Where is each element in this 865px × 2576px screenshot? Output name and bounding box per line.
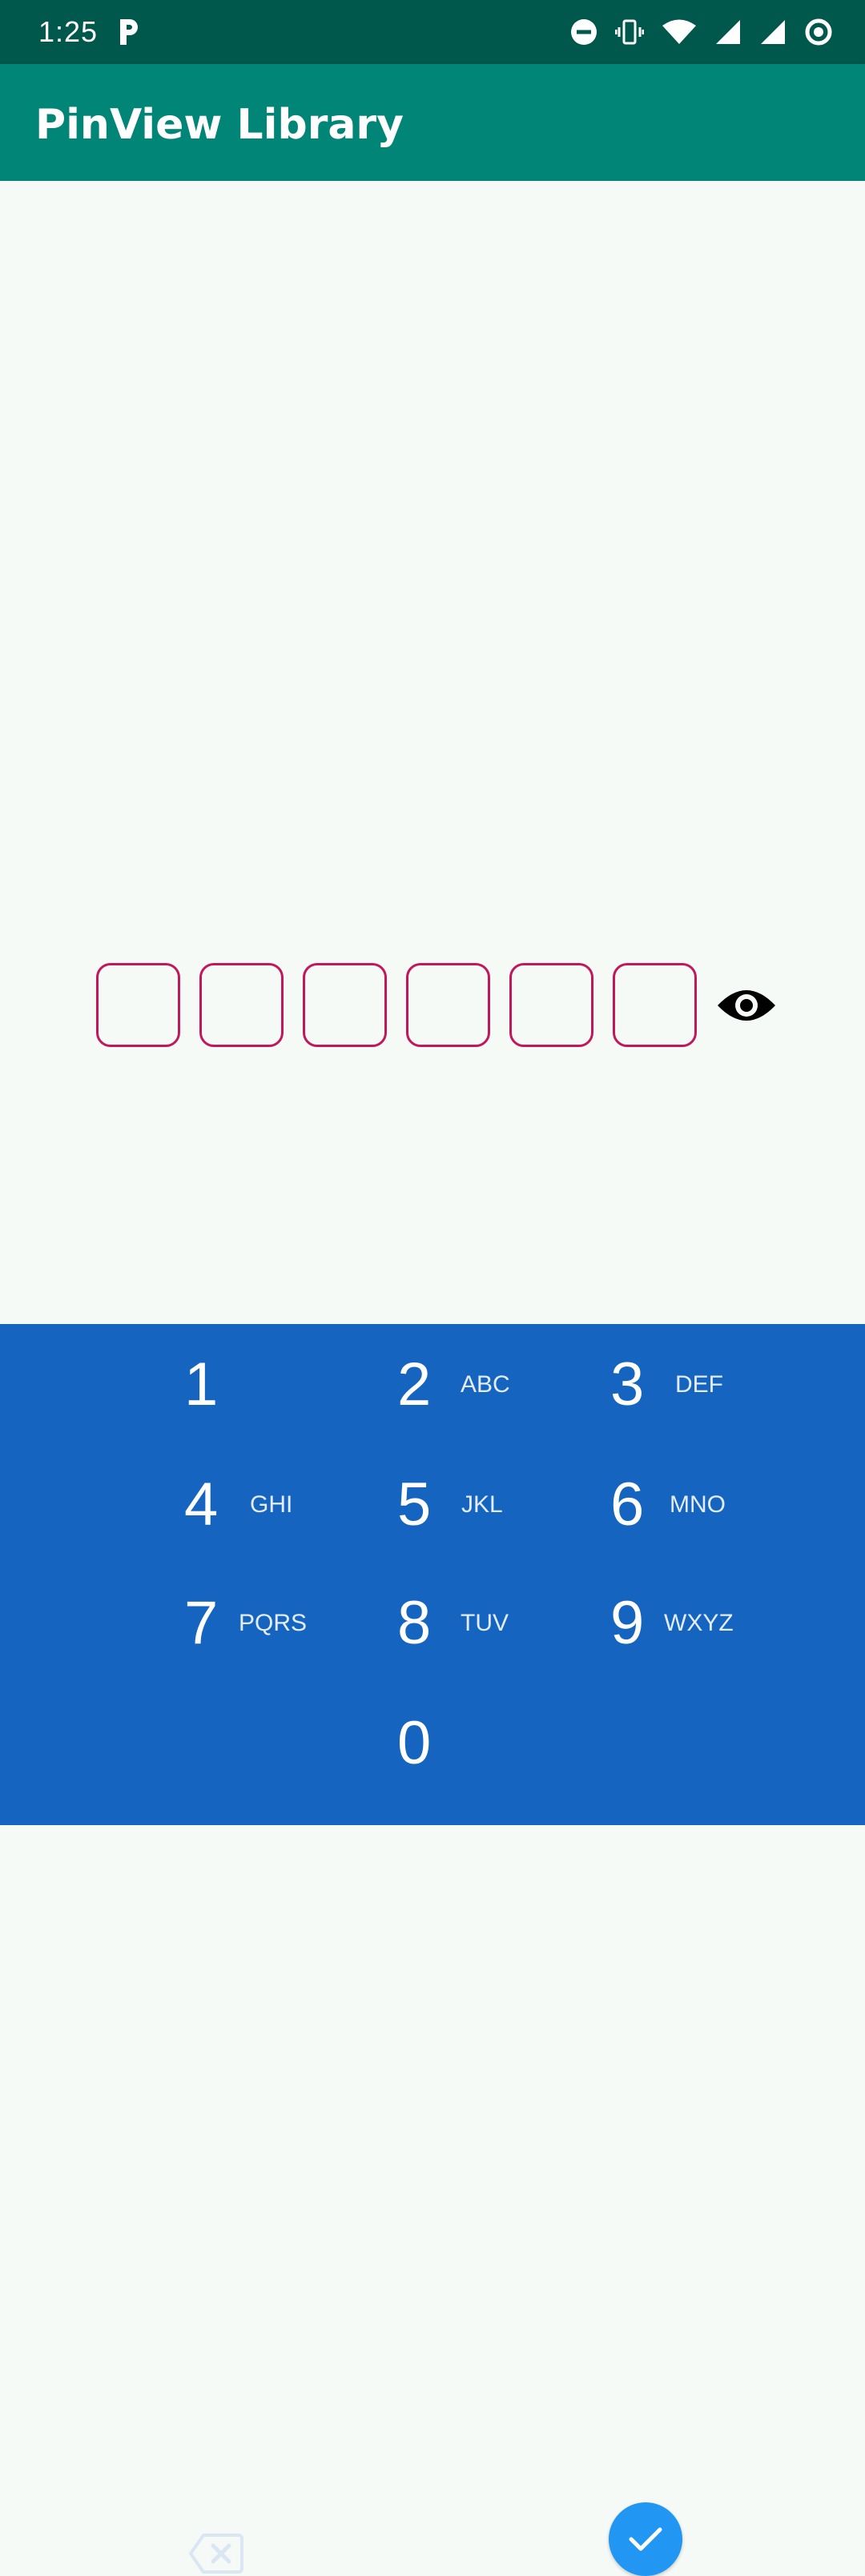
signal-icon <box>716 20 740 44</box>
pin-box-4[interactable] <box>406 963 490 1047</box>
pin-box-6[interactable] <box>613 963 697 1047</box>
check-icon <box>629 2527 662 2551</box>
key-letters: MNO <box>670 1491 726 1518</box>
pin-box-3[interactable] <box>303 963 387 1047</box>
key-digit: 4 <box>184 1471 219 1539</box>
key-letters: WXYZ <box>664 1610 734 1636</box>
key-8[interactable]: 8 TUV <box>397 1563 622 1683</box>
key-letters: DEF <box>675 1371 723 1398</box>
key-letters: JKL <box>461 1491 503 1518</box>
key-4[interactable]: 4 GHI <box>184 1444 408 1564</box>
key-1[interactable]: 1 <box>184 1324 408 1444</box>
wifi-icon <box>662 19 696 44</box>
key-7[interactable]: 7 PQRS <box>184 1563 408 1683</box>
key-letters: TUV <box>461 1610 509 1636</box>
parking-notification-icon <box>120 19 138 45</box>
app-bar: PinView Library <box>0 64 865 181</box>
key-6[interactable]: 6 MNO <box>610 1444 835 1564</box>
key-2[interactable]: 2 ABC <box>397 1324 622 1444</box>
key-letters: ABC <box>461 1371 510 1398</box>
sync-icon <box>805 18 832 46</box>
status-bar: 1:25 <box>0 0 865 64</box>
key-digit: 3 <box>610 1350 645 1418</box>
pin-box-5[interactable] <box>509 963 593 1047</box>
key-letters: PQRS <box>239 1610 308 1636</box>
key-digit: 1 <box>184 1350 219 1418</box>
content-area <box>0 181 865 1324</box>
key-3[interactable]: 3 DEF <box>610 1324 835 1444</box>
app-title: PinView Library <box>35 101 404 149</box>
key-digit: 0 <box>397 1709 432 1777</box>
key-letters: GHI <box>250 1491 293 1518</box>
signal-icon-2 <box>761 20 785 44</box>
backspace-icon[interactable] <box>189 2533 243 2574</box>
key-digit: 6 <box>610 1471 645 1539</box>
vibrate-icon <box>615 19 644 45</box>
done-button[interactable] <box>609 2502 682 2576</box>
status-time: 1:25 <box>38 15 99 48</box>
key-0[interactable]: 0 <box>397 1683 622 1803</box>
status-icons <box>570 16 833 48</box>
key-digit: 5 <box>397 1471 432 1539</box>
do-not-disturb-icon <box>571 19 597 45</box>
eye-icon[interactable] <box>716 985 777 1026</box>
pin-view <box>96 963 777 1047</box>
pin-box-1[interactable] <box>96 963 180 1047</box>
key-digit: 7 <box>184 1589 219 1657</box>
key-digit: 8 <box>397 1589 432 1657</box>
key-9[interactable]: 9 WXYZ <box>610 1563 835 1683</box>
key-digit: 2 <box>397 1350 432 1418</box>
key-5[interactable]: 5 JKL <box>397 1444 622 1564</box>
numeric-keypad: 1 2 ABC 3 DEF 4 GHI 5 JKL 6 MNO 7 PQRS 8… <box>0 1324 865 2576</box>
key-digit: 9 <box>610 1589 645 1657</box>
pin-box-2[interactable] <box>199 963 284 1047</box>
